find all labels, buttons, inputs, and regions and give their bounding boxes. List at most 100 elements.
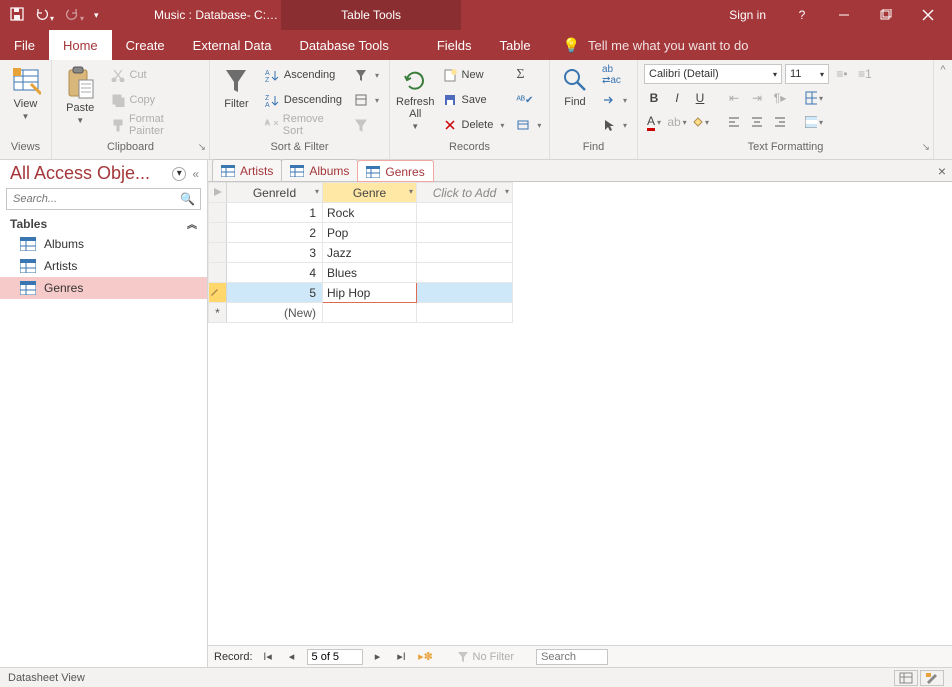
view-button[interactable]: View▼ (6, 64, 45, 121)
copy-button[interactable]: Copy (107, 89, 204, 111)
cell-genre[interactable]: Rock (323, 203, 417, 223)
decrease-indent-button[interactable]: ⇤ (724, 88, 744, 108)
select-all-cell[interactable] (209, 183, 227, 203)
cell-genre[interactable]: Blues (323, 263, 417, 283)
font-name-combo[interactable]: Calibri (Detail)▾ (644, 64, 782, 84)
more-records-button[interactable]: ▾ (512, 114, 545, 136)
nav-item-albums[interactable]: Albums (0, 233, 207, 255)
cell-genre[interactable]: Pop (323, 223, 417, 243)
datasheet-view-switch[interactable] (894, 670, 918, 686)
new-row[interactable]: *(New) (209, 303, 513, 323)
save-icon[interactable] (10, 7, 24, 24)
alt-row-color-button[interactable]: ▾ (804, 112, 824, 132)
table-row[interactable]: 3Jazz (209, 243, 513, 263)
align-left-button[interactable] (724, 112, 744, 132)
row-selector[interactable] (209, 263, 227, 283)
table-row[interactable]: 2Pop (209, 223, 513, 243)
doc-tab-artists[interactable]: Artists (212, 159, 282, 181)
advanced-filter-button[interactable]: ▾ (350, 89, 383, 111)
cell-genre[interactable]: Jazz (323, 243, 417, 263)
tab-create[interactable]: Create (112, 30, 179, 60)
tab-table[interactable]: Table (486, 30, 545, 60)
cell-id[interactable]: 5 (227, 283, 323, 303)
cell-new-id[interactable]: (New) (227, 303, 323, 323)
nav-item-artists[interactable]: Artists (0, 255, 207, 277)
descending-button[interactable]: ZADescending (261, 89, 346, 111)
remove-sort-button[interactable]: ARemove Sort (261, 114, 346, 136)
cell-empty[interactable] (417, 203, 513, 223)
bold-button[interactable]: B (644, 88, 664, 108)
maximize-icon[interactable] (866, 0, 906, 30)
nav-search[interactable]: 🔍 (6, 188, 201, 210)
nav-search-input[interactable] (7, 193, 175, 205)
underline-button[interactable]: U (690, 88, 710, 108)
cell-empty[interactable] (417, 283, 513, 303)
totals-button[interactable]: Σ (512, 64, 545, 86)
gridlines-button[interactable]: ▾ (804, 88, 824, 108)
bullets-button[interactable]: ≡• (832, 64, 852, 84)
nav-menu-icon[interactable]: ▾ (172, 167, 186, 181)
click-to-add-column[interactable]: Click to Add▾ (417, 183, 513, 203)
tell-me-input[interactable] (588, 38, 838, 53)
spelling-button[interactable]: ᴬᴮ✔ (512, 89, 545, 111)
italic-button[interactable]: I (667, 88, 687, 108)
cell-empty[interactable] (417, 223, 513, 243)
datasheet-search-input[interactable] (536, 649, 608, 665)
filter-button[interactable]: Filter (216, 64, 257, 110)
cell-empty[interactable] (417, 263, 513, 283)
row-selector[interactable] (209, 243, 227, 263)
replace-button[interactable]: ab⇄ac (598, 64, 631, 86)
close-icon[interactable] (908, 0, 948, 30)
redo-icon[interactable]: ▾ (64, 7, 84, 24)
collapse-group-icon[interactable]: ︽ (187, 216, 197, 231)
prev-record-button[interactable]: ◂ (283, 650, 301, 663)
minimize-icon[interactable] (824, 0, 864, 30)
record-position-input[interactable] (307, 649, 363, 665)
paste-button[interactable]: Paste▼ (58, 64, 103, 125)
delete-record-button[interactable]: Delete▾ (439, 114, 509, 136)
tab-file[interactable]: File (0, 30, 49, 60)
ascending-button[interactable]: AZAscending (261, 64, 346, 86)
nav-group-tables[interactable]: Tables ︽ (0, 212, 207, 233)
highlight-button[interactable]: ab▾ (667, 112, 687, 132)
table-row[interactable]: 1Rock (209, 203, 513, 223)
search-icon[interactable]: 🔍 (175, 192, 200, 206)
numbering-button[interactable]: ≡1 (855, 64, 875, 84)
cell-genre[interactable]: Hip Hop (323, 283, 417, 303)
cell-id[interactable]: 1 (227, 203, 323, 223)
doc-tab-albums[interactable]: Albums (281, 159, 358, 181)
close-tab-icon[interactable]: × (938, 163, 946, 179)
toggle-filter-button[interactable] (350, 114, 383, 136)
row-selector[interactable] (209, 203, 227, 223)
dialog-launcher-icon[interactable]: ↘ (922, 142, 930, 153)
first-record-button[interactable]: I◂ (259, 650, 277, 663)
next-record-button[interactable]: ▸ (369, 650, 387, 663)
tab-home[interactable]: Home (49, 30, 112, 60)
column-header-genre[interactable]: Genre▾ (323, 183, 417, 203)
align-right-button[interactable] (770, 112, 790, 132)
last-record-button[interactable]: ▸I (393, 650, 411, 663)
font-size-combo[interactable]: 11▾ (785, 64, 829, 84)
table-row[interactable]: 5Hip Hop (209, 283, 513, 303)
cell-id[interactable]: 3 (227, 243, 323, 263)
column-header-genreid[interactable]: GenreId▾ (227, 183, 323, 203)
font-color-button[interactable]: A▾ (644, 112, 664, 132)
ltr-button[interactable]: ¶▸ (770, 88, 790, 108)
qat-customize-icon[interactable]: ▾ (94, 10, 99, 21)
find-button[interactable]: Find (556, 64, 594, 108)
cell-id[interactable]: 4 (227, 263, 323, 283)
fill-color-button[interactable]: ▾ (690, 112, 710, 132)
nav-item-genres[interactable]: Genres (0, 277, 207, 299)
increase-indent-button[interactable]: ⇥ (747, 88, 767, 108)
undo-icon[interactable]: ▾ (34, 7, 54, 24)
row-selector[interactable] (209, 283, 227, 303)
dialog-launcher-icon[interactable]: ↘ (198, 142, 206, 153)
goto-button[interactable]: ▾ (598, 89, 631, 111)
tab-fields[interactable]: Fields (423, 30, 486, 60)
tell-me[interactable]: 💡 (545, 30, 838, 60)
help-icon[interactable]: ? (782, 0, 822, 30)
signin-link[interactable]: Sign in (715, 8, 780, 22)
cell-new-genre[interactable] (323, 303, 417, 323)
refresh-all-button[interactable]: Refresh All▼ (396, 64, 435, 131)
doc-tab-genres[interactable]: Genres (357, 160, 433, 182)
